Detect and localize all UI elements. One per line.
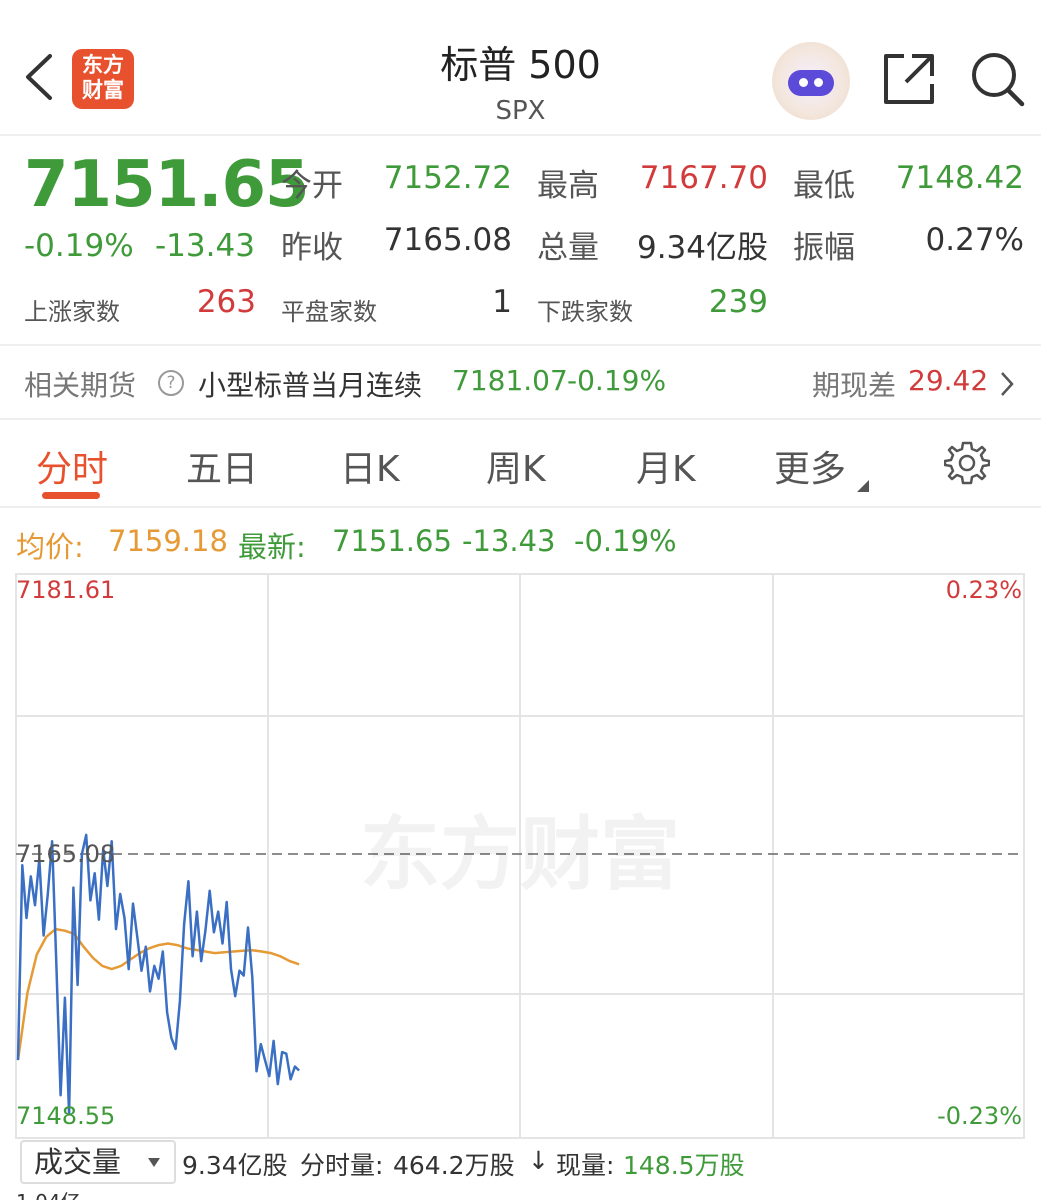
volume-total: 9.34亿股 (182, 1151, 288, 1180)
robot-avatar-icon[interactable] (772, 42, 850, 120)
tab-more-label: 更多 (774, 449, 847, 490)
indicator-selector-label: 成交量 (34, 1145, 122, 1179)
indicator-selector[interactable]: 成交量 (20, 1140, 176, 1184)
futures-price: 7181.07 (452, 364, 568, 397)
futures-label: 相关期货 (24, 369, 137, 402)
advancers-label: 上涨家数 (24, 298, 120, 326)
y-axis-bottom-label: 7148.55 (16, 1102, 115, 1130)
unchanged-value: 1 (492, 284, 512, 320)
price-line (16, 833, 300, 1116)
basis-label: 期现差 (812, 369, 897, 402)
low-value: 7148.42 (895, 160, 1024, 196)
volume-arrow: ↓ (528, 1146, 549, 1175)
prev-close-value: 7165.08 (383, 222, 512, 258)
advancers-value: 263 (196, 284, 256, 320)
tick-volume-label: 分时量: (300, 1151, 384, 1180)
top-nav-bar: 东方 财富 标普 500 SPX (0, 0, 1041, 136)
low-label: 最低 (793, 168, 855, 204)
intraday-chart[interactable]: 东方财富 7181.61 7165.08 7148.55 0.23% -0.23… (0, 572, 1041, 1140)
chevron-right-icon (1001, 372, 1014, 396)
tab-monthly-k[interactable]: 月K (636, 440, 696, 492)
divider (0, 418, 1041, 420)
change-amount: -13.43 (155, 228, 255, 264)
unchanged-label: 平盘家数 (281, 298, 377, 326)
watermark: 东方财富 (360, 808, 680, 901)
divider (0, 344, 1041, 346)
tab-five-day[interactable]: 五日 (186, 440, 258, 492)
basis-value: 29.42 (908, 364, 989, 397)
prev-close-label: 昨收 (281, 230, 343, 266)
tab-weekly-k[interactable]: 周K (486, 440, 546, 492)
divider (0, 506, 1041, 508)
dropdown-triangle-icon (148, 1158, 160, 1167)
volume-value: 9.34亿股 (636, 230, 768, 266)
tick-volume-value: 464.2万股 (393, 1151, 515, 1180)
open-label: 今开 (281, 168, 343, 204)
now-volume-label: 现量: (556, 1151, 615, 1180)
question-icon[interactable]: ? (158, 370, 184, 396)
futures-name: 小型标普当月连续 (198, 369, 423, 402)
avg-price-label: 均价: (16, 530, 84, 564)
high-label: 最高 (537, 168, 599, 204)
futures-change: -0.19% (567, 364, 667, 397)
latest-label: 最新: (238, 530, 306, 564)
pct-axis-top-label: 0.23% (946, 576, 1022, 604)
open-value: 7152.72 (383, 160, 512, 196)
dropdown-triangle-icon (857, 480, 870, 492)
now-volume-value: 148.5万股 (623, 1151, 745, 1180)
y-axis-ref-label: 7165.08 (16, 840, 115, 868)
pct-axis-bottom-label: -0.23% (937, 1102, 1022, 1130)
latest-change-pct: -0.19% (574, 524, 677, 558)
avg-price-value: 7159.18 (108, 524, 228, 558)
amplitude-value: 0.27% (925, 222, 1024, 258)
amplitude-label: 振幅 (793, 230, 855, 266)
search-icon[interactable] (968, 48, 1028, 108)
decliners-value: 239 (708, 284, 768, 320)
tab-intraday[interactable]: 分时 (36, 440, 108, 492)
latest-change: -13.43 (462, 524, 556, 558)
tab-more[interactable]: 更多 (774, 440, 870, 492)
decliners-label: 下跌家数 (537, 298, 633, 326)
high-value: 7167.70 (639, 160, 768, 196)
current-price: 7151.65 (24, 148, 309, 222)
volume-label: 总量 (537, 230, 599, 266)
share-icon[interactable] (880, 50, 938, 108)
change-percent: -0.19% (24, 228, 134, 264)
latest-value: 7151.65 (332, 524, 452, 558)
y-axis-top-label: 7181.61 (16, 576, 115, 604)
tab-daily-k[interactable]: 日K (340, 440, 400, 492)
volume-axis-label: 1.04亿 (16, 1186, 81, 1200)
active-tab-indicator (42, 492, 100, 499)
settings-gear-icon[interactable] (944, 440, 990, 486)
